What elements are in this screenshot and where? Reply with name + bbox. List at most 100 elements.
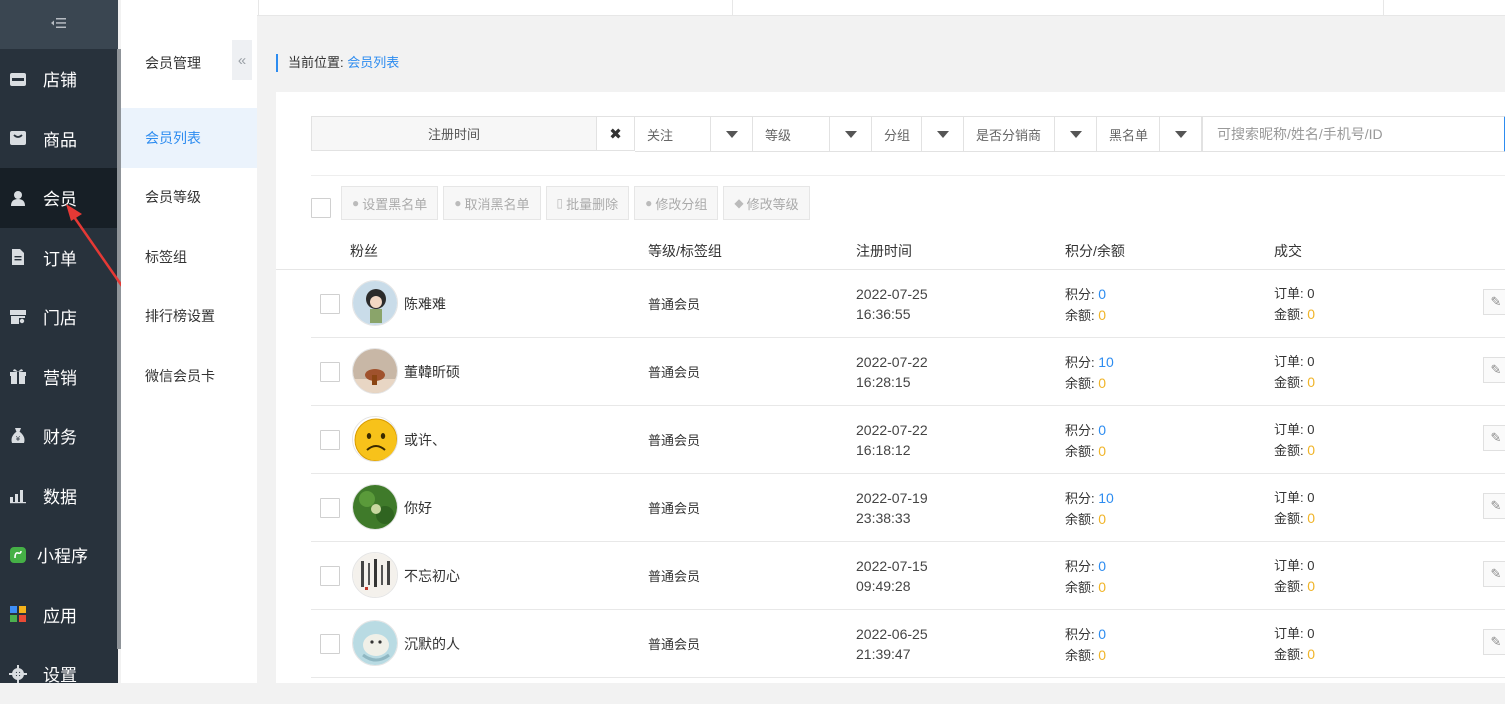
set-blacklist-button[interactable]: ● 设置黑名单 bbox=[341, 186, 439, 220]
balance-value[interactable]: 0 bbox=[1098, 375, 1106, 391]
nav-item-goods[interactable]: 商品 bbox=[0, 109, 118, 169]
member-name[interactable]: 陈难难 bbox=[404, 294, 446, 314]
edit-button[interactable]: ✎ bbox=[1483, 425, 1505, 451]
level-select[interactable]: 等级 bbox=[753, 116, 872, 152]
points-label: 积分: bbox=[1065, 355, 1095, 370]
points-value[interactable]: 0 bbox=[1098, 286, 1106, 302]
breadcrumb-current[interactable]: 会员列表 bbox=[347, 55, 399, 70]
collapse-menu-icon bbox=[51, 17, 67, 32]
deal-info: 订单: 0 金额: 0 bbox=[1274, 284, 1315, 325]
remove-blacklist-button[interactable]: ● 取消黑名单 bbox=[443, 186, 541, 220]
trash-icon: ▯ bbox=[556, 196, 564, 210]
orders-label: 订单: bbox=[1274, 558, 1304, 573]
pencil-icon: ✎ bbox=[1490, 498, 1502, 513]
nav-item-mini-program[interactable]: 小程序 bbox=[0, 525, 118, 585]
member-name[interactable]: 不忘初心 bbox=[404, 566, 460, 586]
points-value[interactable]: 0 bbox=[1098, 558, 1106, 574]
points-value[interactable]: 0 bbox=[1098, 422, 1106, 438]
nav-item-data[interactable]: 数据 bbox=[0, 466, 118, 526]
points-balance: 积分: 0 余额: 0 bbox=[1065, 624, 1106, 666]
balance-label: 余额: bbox=[1065, 308, 1095, 323]
change-group-button[interactable]: ● 修改分组 bbox=[634, 186, 719, 220]
balance-label: 余额: bbox=[1065, 580, 1095, 595]
table-row[interactable]: 沉默的人 普通会员 2022-06-25 21:39:47 积分: 0 余额: 0… bbox=[311, 610, 1505, 678]
nav-item-label: 应用 bbox=[43, 606, 77, 626]
submenu-item-member-list[interactable]: 会员列表 bbox=[121, 108, 257, 168]
nav-item-settings[interactable]: 设置 bbox=[0, 644, 118, 704]
batch-delete-button[interactable]: ▯ 批量删除 bbox=[545, 186, 630, 220]
row-checkbox[interactable] bbox=[320, 430, 340, 450]
register-date: 2022-06-25 bbox=[856, 626, 928, 642]
points-value[interactable]: 0 bbox=[1098, 626, 1106, 642]
edit-button[interactable]: ✎ bbox=[1483, 289, 1505, 315]
clear-date-button[interactable]: ✖ bbox=[597, 116, 635, 151]
table-row[interactable]: 陈难难 普通会员 2022-07-25 16:36:55 积分: 0 余额: 0 … bbox=[311, 270, 1505, 338]
edit-button[interactable]: ✎ bbox=[1483, 357, 1505, 383]
nav-item-member[interactable]: 会员 bbox=[0, 168, 118, 228]
points-value[interactable]: 10 bbox=[1098, 490, 1114, 506]
edit-button[interactable]: ✎ bbox=[1483, 561, 1505, 587]
dropdown-arrow-icon bbox=[710, 117, 752, 151]
change-level-button[interactable]: ◆ 修改等级 bbox=[723, 186, 810, 220]
blacklist-select[interactable]: 黑名单 bbox=[1097, 116, 1202, 152]
balance-label: 余额: bbox=[1065, 648, 1095, 663]
distributor-select[interactable]: 是否分销商 bbox=[964, 116, 1097, 152]
balance-value[interactable]: 0 bbox=[1098, 579, 1106, 595]
follow-select[interactable]: 关注 bbox=[635, 116, 753, 152]
row-checkbox[interactable] bbox=[320, 634, 340, 654]
orders-value: 0 bbox=[1307, 626, 1315, 641]
top-bar-divider bbox=[1383, 0, 1384, 16]
balance-value[interactable]: 0 bbox=[1098, 511, 1106, 527]
table-row[interactable]: 或许、 普通会员 2022-07-22 16:18:12 积分: 0 余额: 0 … bbox=[311, 406, 1505, 474]
table-row[interactable]: 董韓昕硕 普通会员 2022-07-22 16:28:15 积分: 10 余额: … bbox=[311, 338, 1505, 406]
group-select[interactable]: 分组 bbox=[872, 116, 964, 152]
money-bag-icon: ¥ bbox=[9, 427, 27, 445]
nav-item-finance[interactable]: ¥ 财务 bbox=[0, 406, 118, 466]
collapse-menu-button[interactable] bbox=[0, 0, 118, 49]
member-name[interactable]: 你好 bbox=[404, 498, 432, 518]
member-name[interactable]: 或许、 bbox=[404, 430, 446, 450]
submenu-item-ranking-settings[interactable]: 排行榜设置 bbox=[121, 287, 257, 347]
pencil-icon: ✎ bbox=[1490, 294, 1502, 309]
points-value[interactable]: 10 bbox=[1098, 354, 1114, 370]
dropdown-arrow-icon bbox=[1159, 117, 1201, 151]
edit-button[interactable]: ✎ bbox=[1483, 493, 1505, 519]
row-checkbox[interactable] bbox=[320, 362, 340, 382]
row-checkbox[interactable] bbox=[320, 294, 340, 314]
search-input[interactable] bbox=[1202, 116, 1505, 152]
breadcrumb: 当前位置: 会员列表 bbox=[276, 54, 399, 72]
nav-item-shop[interactable]: 门店 bbox=[0, 287, 118, 347]
submenu-item-tag-group[interactable]: 标签组 bbox=[121, 227, 257, 287]
avatar bbox=[352, 416, 398, 462]
balance-value[interactable]: 0 bbox=[1098, 443, 1106, 459]
collapse-submenu-button[interactable]: « bbox=[232, 40, 252, 80]
select-all-checkbox[interactable] bbox=[311, 198, 331, 218]
edit-button[interactable]: ✎ bbox=[1483, 629, 1505, 655]
amount-label: 金额: bbox=[1274, 443, 1304, 458]
secondary-menu: 会员管理 « 会员列表 会员等级 标签组 排行榜设置 微信会员卡 bbox=[121, 0, 257, 683]
document-icon bbox=[9, 248, 27, 266]
orders-value: 0 bbox=[1307, 354, 1315, 369]
balance-value[interactable]: 0 bbox=[1098, 647, 1106, 663]
avatar bbox=[352, 348, 398, 394]
filter-bar: 注册时间 ✖ 关注 等级 分组 是否分销商 黑名单 bbox=[311, 116, 1505, 152]
gear-icon bbox=[9, 664, 27, 683]
breadcrumb-prefix: 当前位置: bbox=[288, 55, 344, 70]
table-row[interactable]: 你好 普通会员 2022-07-19 23:38:33 积分: 10 余额: 0 … bbox=[311, 474, 1505, 542]
nav-item-marketing[interactable]: 营销 bbox=[0, 347, 118, 407]
member-name[interactable]: 沉默的人 bbox=[404, 634, 460, 654]
nav-item-store[interactable]: 店铺 bbox=[0, 49, 118, 109]
row-checkbox[interactable] bbox=[320, 566, 340, 586]
row-checkbox[interactable] bbox=[320, 498, 340, 518]
member-name[interactable]: 董韓昕硕 bbox=[404, 362, 460, 382]
table-row[interactable]: 不忘初心 普通会员 2022-07-15 09:49:28 积分: 0 余额: 0… bbox=[311, 542, 1505, 610]
submenu-item-member-level[interactable]: 会员等级 bbox=[121, 168, 257, 228]
register-date-filter[interactable]: 注册时间 bbox=[311, 116, 597, 151]
register-clock: 23:38:33 bbox=[856, 510, 911, 526]
balance-value[interactable]: 0 bbox=[1098, 307, 1106, 323]
submenu-item-wechat-card[interactable]: 微信会员卡 bbox=[121, 346, 257, 406]
register-time: 2022-07-22 16:18:12 bbox=[856, 420, 928, 460]
nav-item-apps[interactable]: 应用 bbox=[0, 585, 118, 645]
nav-item-order[interactable]: 订单 bbox=[0, 228, 118, 288]
secondary-menu-title: 会员管理 bbox=[145, 55, 201, 71]
